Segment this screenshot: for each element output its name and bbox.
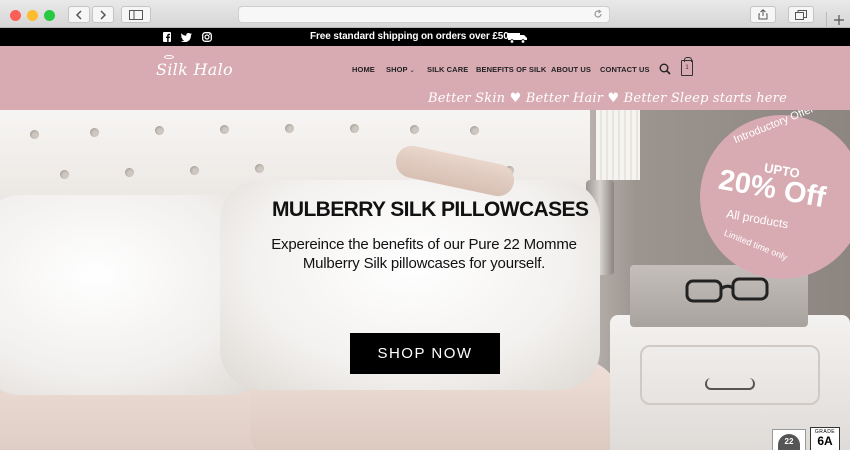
brand-tagline: Better Skin ♥ Better Hair ♥ Better Sleep… [428, 91, 787, 106]
hero-banner: MULBERRY SILK PILLOWCASES Expereince the… [0, 110, 850, 450]
search-icon[interactable] [659, 62, 671, 80]
forward-button[interactable] [92, 6, 114, 23]
introductory-offer-badge: Introductory Offer UPTO 20% Off All prod… [700, 110, 850, 279]
tabs-icon [795, 9, 807, 20]
site-logo[interactable]: Silk Halo [156, 60, 233, 79]
promo-limited: Limited time only [722, 227, 789, 263]
minimize-window-button[interactable] [27, 10, 38, 21]
nav-shop-label: SHOP [386, 65, 408, 74]
browser-toolbar [0, 0, 850, 28]
announcement-bar: Free standard shipping on orders over £5… [0, 28, 850, 46]
maximize-window-button[interactable] [44, 10, 55, 21]
nav-silk-care[interactable]: SILK CARE [427, 65, 468, 74]
glasses-image [685, 277, 769, 303]
nav-contact-us[interactable]: CONTACT US [600, 65, 650, 74]
share-icon [758, 9, 768, 20]
chevron-right-icon [100, 9, 107, 20]
chevron-down-icon: ⌄ [409, 68, 415, 74]
site-header: Silk Halo HOME SHOP ⌄ SILK CARE BENEFITS … [0, 46, 850, 110]
shop-now-button[interactable]: SHOP NOW [350, 333, 500, 374]
plus-icon [834, 15, 844, 25]
facebook-icon[interactable] [163, 31, 171, 43]
sidebar-icon [129, 9, 143, 20]
nav-shop[interactable]: SHOP ⌄ [386, 65, 415, 74]
shipping-banner-text: Free standard shipping on orders over £5… [310, 31, 509, 42]
hero-title: MULBERRY SILK PILLOWCASES [272, 198, 589, 221]
promo-scope: All products [725, 206, 790, 232]
reload-icon[interactable] [593, 9, 603, 19]
tabs-overview-button[interactable] [788, 6, 814, 23]
share-button[interactable] [750, 6, 776, 23]
sidebar-toggle-button[interactable] [121, 6, 151, 23]
hero-subtitle: Expereince the benefits of our Pure 22 M… [271, 236, 577, 272]
twitter-icon[interactable] [181, 31, 192, 43]
lamp-image [596, 110, 640, 180]
chevron-left-icon [75, 9, 82, 20]
momme-badge: 22 [772, 429, 806, 450]
nav-benefits-of-silk[interactable]: BENEFITS OF SILK [476, 65, 546, 74]
back-button[interactable] [68, 6, 90, 23]
cart-count: 1 [685, 65, 689, 71]
logo-halo-icon [164, 55, 174, 59]
cart-icon[interactable]: 1 [681, 57, 693, 76]
promo-heading: Introductory Offer [732, 110, 816, 147]
address-bar[interactable] [238, 6, 610, 23]
nav-home[interactable]: HOME [352, 65, 375, 74]
grade-badge: GRADE 6A [810, 427, 840, 450]
new-tab-button[interactable] [826, 12, 850, 28]
instagram-icon[interactable] [202, 31, 212, 43]
close-window-button[interactable] [10, 10, 21, 21]
nav-about-us[interactable]: ABOUT US [551, 65, 591, 74]
